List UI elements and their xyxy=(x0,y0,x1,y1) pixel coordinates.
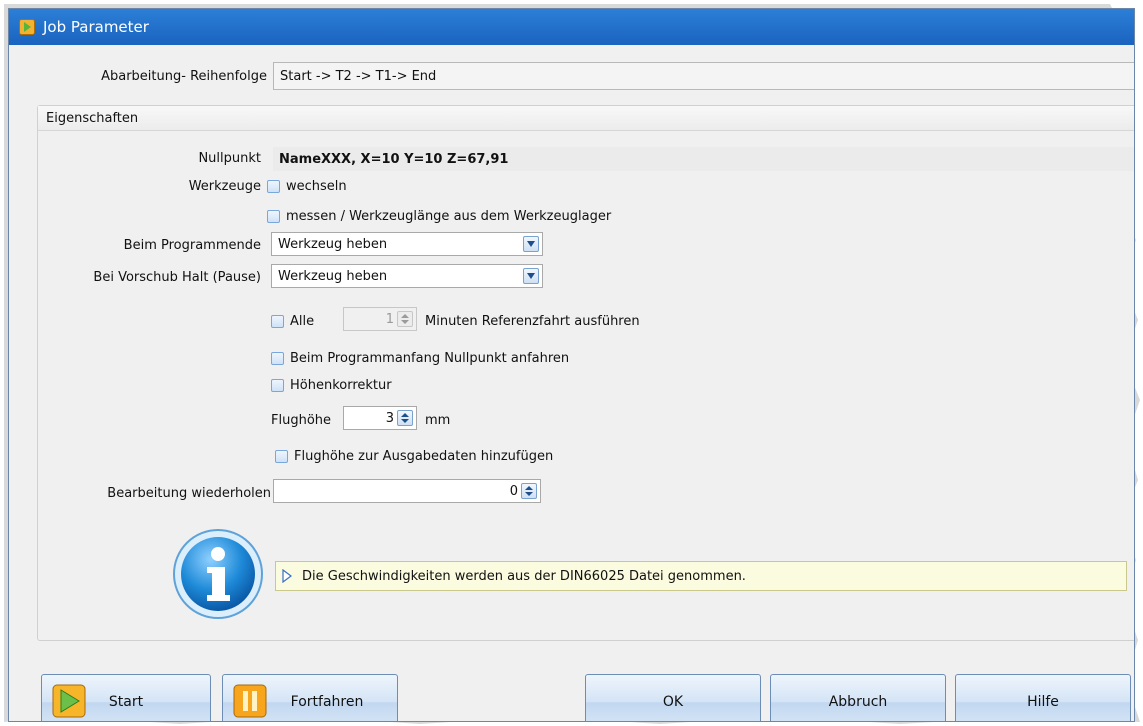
wechseln-checkbox-row[interactable]: wechseln xyxy=(267,179,347,194)
window-title: Job Parameter xyxy=(43,18,149,36)
programmende-label: Beim Programmende xyxy=(123,238,261,253)
play-arrow-icon xyxy=(282,569,292,583)
start-button-label: Start xyxy=(108,694,144,710)
sequence-label: Abarbeitung- Reihenfolge xyxy=(101,69,267,84)
vorschub-halt-select[interactable]: Werkzeug heben xyxy=(271,264,543,288)
job-parameter-window: Job Parameter Abarbeitung- Reihenfolge S… xyxy=(8,8,1135,722)
nullpunkt-anfahren-label: Beim Programmanfang Nullpunkt anfahren xyxy=(290,351,570,366)
pause-icon xyxy=(233,684,267,718)
nullpunkt-value-text: NameXXX, X=10 Y=10 Z=67,91 xyxy=(279,151,509,167)
messen-label: messen / Werkzeuglänge aus dem Werkzeugl… xyxy=(286,209,612,224)
wechseln-checkbox[interactable] xyxy=(267,180,280,193)
hilfe-button[interactable]: Hilfe xyxy=(955,674,1131,721)
info-panel: Die Geschwindigkeiten werden aus der DIN… xyxy=(275,561,1127,591)
nullpunkt-anfahren-row[interactable]: Beim Programmanfang Nullpunkt anfahren xyxy=(271,351,569,366)
wechseln-label: wechseln xyxy=(286,179,347,194)
chevron-down-icon[interactable] xyxy=(523,268,539,284)
nullpunkt-anfahren-checkbox[interactable] xyxy=(271,352,284,365)
messen-checkbox[interactable] xyxy=(267,210,280,223)
programmende-select[interactable]: Werkzeug heben xyxy=(271,232,543,256)
messen-checkbox-row[interactable]: messen / Werkzeuglänge aus dem Werkzeugl… xyxy=(267,209,611,224)
flughoehe-spinner[interactable]: 3 xyxy=(343,406,417,430)
abbruch-button[interactable]: Abbruch xyxy=(770,674,946,721)
vorschub-halt-value: Werkzeug heben xyxy=(278,268,388,284)
referenz-checkbox-row[interactable]: Alle xyxy=(271,314,314,329)
hoehenkorrektur-row[interactable]: Höhenkorrektur xyxy=(271,378,392,393)
referenz-suffix: Minuten Referenzfahrt ausführen xyxy=(425,314,640,329)
spin-arrows-icon[interactable] xyxy=(397,311,413,327)
sequence-value: Start -> T2 -> T1-> End xyxy=(280,68,437,84)
properties-header-label: Eigenschaften xyxy=(46,110,139,126)
referenz-minutes-spinner[interactable]: 1 xyxy=(343,307,417,331)
properties-header[interactable]: Eigenschaften xyxy=(38,106,1134,131)
flughoehe-unit: mm xyxy=(425,413,451,428)
spin-arrows-icon[interactable] xyxy=(521,483,537,499)
fortfahren-button[interactable]: Fortfahren xyxy=(222,674,398,721)
info-message: Die Geschwindigkeiten werden aus der DIN… xyxy=(302,568,746,584)
flughoehe-label: Flughöhe xyxy=(271,413,332,428)
hilfe-button-label: Hilfe xyxy=(1027,694,1059,710)
abbruch-button-label: Abbruch xyxy=(828,694,888,710)
hoehenkorrektur-checkbox[interactable] xyxy=(271,379,284,392)
flughoehe-ausgabe-label: Flughöhe zur Ausgabedaten hinzufügen xyxy=(294,449,554,464)
wiederholen-value: 0 xyxy=(509,483,518,499)
nullpunkt-value: NameXXX, X=10 Y=10 Z=67,91 xyxy=(273,147,1134,171)
wiederholen-label: Bearbeitung wiederholen xyxy=(107,486,271,501)
programmende-value: Werkzeug heben xyxy=(278,236,388,252)
spin-arrows-icon[interactable] xyxy=(397,410,413,426)
info-icon xyxy=(171,527,265,621)
nullpunkt-label: Nullpunkt xyxy=(198,151,261,166)
ok-button[interactable]: OK xyxy=(585,674,761,721)
werkzeuge-label: Werkzeuge xyxy=(188,179,261,194)
start-button[interactable]: Start xyxy=(41,674,211,721)
flughoehe-value: 3 xyxy=(385,410,394,426)
flughoehe-ausgabe-checkbox[interactable] xyxy=(275,450,288,463)
wiederholen-spinner[interactable]: 0 xyxy=(273,479,541,503)
sequence-field: Start -> T2 -> T1-> End xyxy=(273,62,1134,90)
app-icon xyxy=(19,19,35,35)
title-bar: Job Parameter xyxy=(9,9,1134,45)
play-icon xyxy=(52,684,86,718)
ok-button-label: OK xyxy=(662,694,684,710)
referenz-checkbox[interactable] xyxy=(271,315,284,328)
referenz-minutes-value: 1 xyxy=(385,311,394,327)
chevron-down-icon[interactable] xyxy=(523,236,539,252)
flughoehe-ausgabe-row[interactable]: Flughöhe zur Ausgabedaten hinzufügen xyxy=(275,449,553,464)
hoehenkorrektur-label: Höhenkorrektur xyxy=(290,378,392,393)
vorschub-halt-label: Bei Vorschub Halt (Pause) xyxy=(93,270,261,285)
alle-label: Alle xyxy=(290,314,315,329)
fortfahren-button-label: Fortfahren xyxy=(290,694,364,710)
